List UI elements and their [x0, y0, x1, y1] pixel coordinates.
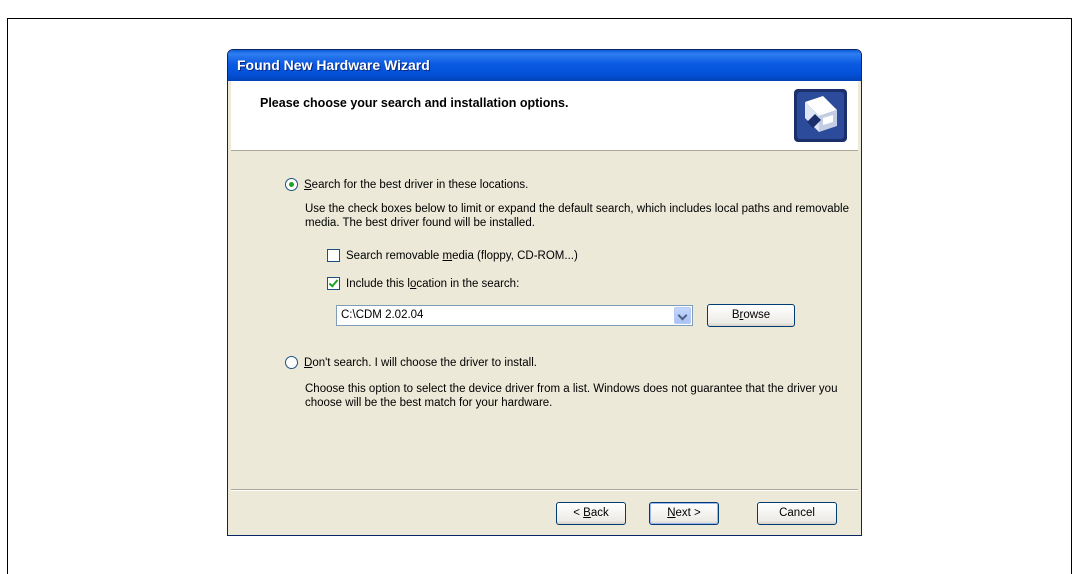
- page-heading: Please choose your search and installati…: [260, 96, 569, 110]
- removable-media-option[interactable]: Search removable media (floppy, CD-ROM..…: [327, 249, 578, 262]
- search-radio[interactable]: [285, 178, 298, 191]
- search-option-label: Search for the best driver in these loca…: [304, 178, 529, 191]
- window-title: Found New Hardware Wizard: [237, 57, 430, 73]
- include-location-checkbox[interactable]: [327, 277, 340, 290]
- location-combobox[interactable]: C:\CDM 2.02.04: [336, 305, 693, 326]
- cancel-button[interactable]: Cancel: [757, 502, 837, 525]
- removable-media-label: Search removable media (floppy, CD-ROM..…: [346, 249, 578, 262]
- footer-divider: [231, 489, 858, 491]
- title-bar[interactable]: Found New Hardware Wizard: [228, 50, 861, 81]
- next-button[interactable]: Next >: [649, 502, 719, 525]
- removable-media-checkbox[interactable]: [327, 249, 340, 262]
- dont-search-option[interactable]: Don't search. I will choose the driver t…: [285, 356, 537, 369]
- wizard-window: Found New Hardware Wizard Please choose …: [227, 49, 862, 536]
- search-description: Use the check boxes below to limit or ex…: [305, 203, 849, 229]
- dont-search-label: Don't search. I will choose the driver t…: [304, 356, 537, 369]
- back-button[interactable]: < Back: [556, 502, 626, 525]
- dont-search-description: Choose this option to select the device …: [305, 383, 838, 409]
- search-option[interactable]: Search for the best driver in these loca…: [285, 178, 528, 191]
- chevron-down-icon[interactable]: [674, 307, 691, 324]
- browse-button[interactable]: Browse: [707, 304, 795, 327]
- wizard-header: Please choose your search and installati…: [231, 81, 858, 151]
- include-location-option[interactable]: Include this location in the search:: [327, 277, 519, 290]
- location-path: C:\CDM 2.02.04: [341, 309, 424, 321]
- include-location-label: Include this location in the search:: [346, 277, 520, 290]
- dont-search-radio[interactable]: [285, 356, 298, 369]
- wizard-body: Please choose your search and installati…: [231, 81, 858, 532]
- hardware-wizard-icon: [794, 89, 847, 142]
